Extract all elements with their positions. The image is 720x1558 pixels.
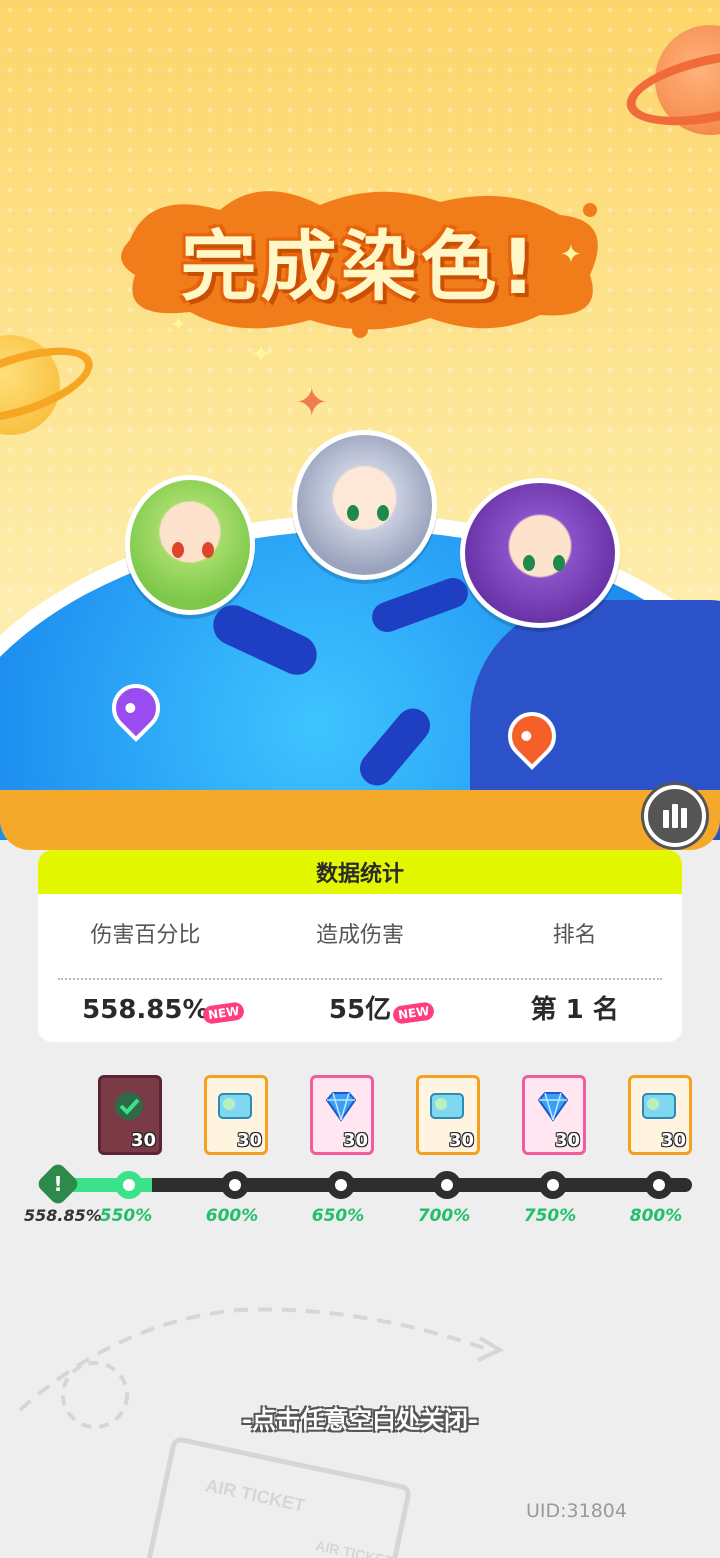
sparkle-icon: ✦ [250, 340, 272, 370]
reward-item[interactable]: 30 [310, 1075, 374, 1155]
reward-count: 30 [236, 1130, 262, 1151]
stat-label: 伤害百分比 [90, 923, 201, 948]
reward-count: 30 [554, 1130, 580, 1151]
reward-count: 30 [448, 1130, 474, 1151]
result-hero-banner: 完成染色! ✦ ✦ ✦ ✦ [0, 0, 720, 840]
milestone-label: 650% [311, 1206, 365, 1226]
milestone-node [645, 1171, 673, 1199]
milestone-label: 750% [523, 1206, 577, 1226]
stat-rank: 排名 第 1 名 [467, 894, 682, 1042]
character-avatar [125, 475, 255, 615]
stat-damage-dealt: 造成伤害 55亿 NEW [253, 894, 468, 1042]
stats-panel: 数据统计 伤害百分比 558.85% NEW 造成伤害 55亿 NEW 排名 第… [38, 850, 682, 1042]
reward-count: 30 [130, 1130, 156, 1151]
blue-gem-icon [325, 1092, 357, 1122]
leaderboard-button[interactable] [644, 785, 706, 847]
character-avatar [460, 478, 620, 628]
svg-text:AIR TICKET: AIR TICKET [314, 1537, 395, 1558]
reward-item[interactable]: 30 [522, 1075, 586, 1155]
result-title: 完成染色! [180, 222, 540, 311]
milestone-label: 550% [99, 1206, 153, 1226]
ticket-icon [430, 1093, 464, 1119]
exclamation-icon: ! [53, 1172, 63, 1196]
ticket-icon [218, 1093, 252, 1119]
stat-value: 第 1 名 [530, 995, 619, 1025]
user-id: UID:31804 [526, 1500, 627, 1522]
milestone-label: 800% [629, 1206, 683, 1226]
sparkle-icon: ✦ [170, 312, 187, 336]
blue-gem-icon [537, 1092, 569, 1122]
milestone-node [115, 1171, 143, 1199]
claimed-check-icon [115, 1092, 143, 1120]
stats-title: 数据统计 [38, 850, 682, 894]
milestone-node [327, 1171, 355, 1199]
reward-count: 30 [660, 1130, 686, 1151]
reward-item[interactable]: 30 [204, 1075, 268, 1155]
stat-value: 55亿 [328, 995, 392, 1025]
leaderboard-icon [663, 804, 687, 828]
milestone-label: 600% [205, 1206, 259, 1226]
ticket-icon [642, 1093, 676, 1119]
reward-item[interactable]: 30 [628, 1075, 692, 1155]
milestone-label: 700% [417, 1206, 471, 1226]
svg-text:AIR TICKET: AIR TICKET [204, 1475, 307, 1516]
reward-item[interactable]: 30 [98, 1075, 162, 1155]
character-avatar [292, 430, 437, 580]
sparkle-icon: ✦ [560, 240, 582, 270]
reward-count: 30 [342, 1130, 368, 1151]
milestone-node [221, 1171, 249, 1199]
star-icon: ✦ [295, 380, 329, 426]
stat-label: 排名 [552, 923, 597, 948]
stat-damage-percent: 伤害百分比 558.85% NEW [38, 894, 253, 1042]
stat-label: 造成伤害 [316, 923, 405, 948]
stats-divider [58, 978, 662, 980]
reward-row: 30 30 30 30 30 30 [0, 1075, 720, 1155]
milestone-node [539, 1171, 567, 1199]
reward-item[interactable]: 30 [416, 1075, 480, 1155]
milestone-node [433, 1171, 461, 1199]
tap-to-close-hint[interactable]: -点击任意空白处关闭- [0, 1400, 720, 1435]
